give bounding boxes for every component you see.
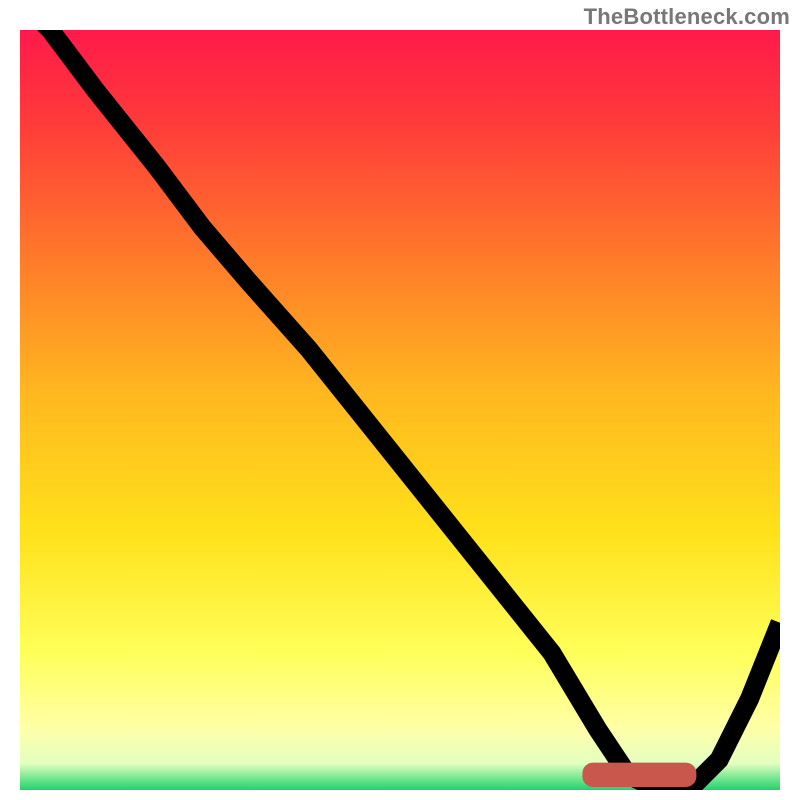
optimal-range-marker	[590, 770, 689, 779]
watermark-text: TheBottleneck.com	[584, 4, 790, 30]
plot-area	[20, 30, 780, 790]
bottleneck-chart-svg	[20, 30, 780, 790]
chart-stage: TheBottleneck.com	[0, 0, 800, 800]
